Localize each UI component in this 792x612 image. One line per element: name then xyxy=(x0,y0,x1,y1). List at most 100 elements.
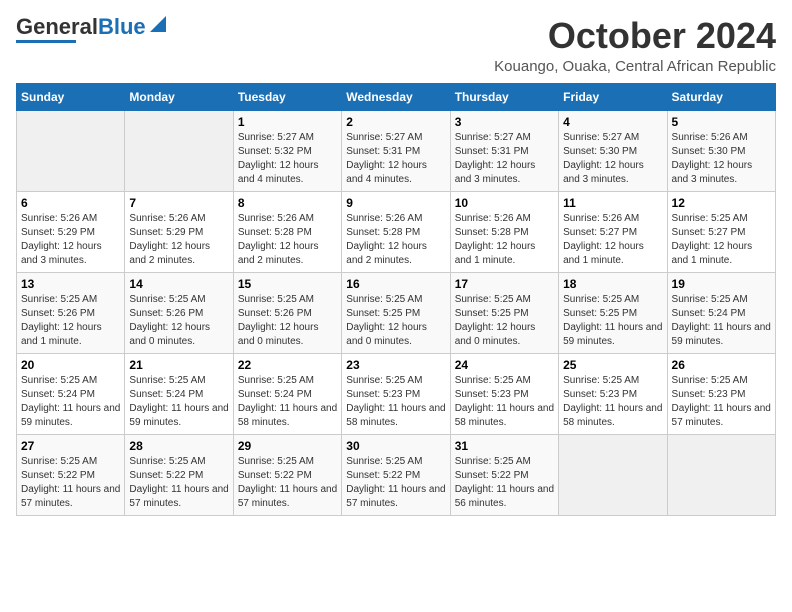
day-info: Sunrise: 5:25 AM Sunset: 5:26 PM Dayligh… xyxy=(21,293,120,349)
calendar-cell: 11Sunrise: 5:26 AM Sunset: 5:27 PM Dayli… xyxy=(559,191,667,272)
day-info: Sunrise: 5:25 AM Sunset: 5:26 PM Dayligh… xyxy=(129,293,228,349)
day-number: 12 xyxy=(672,196,771,210)
day-header-saturday: Saturday xyxy=(667,83,775,110)
day-number: 10 xyxy=(455,196,554,210)
day-number: 7 xyxy=(129,196,228,210)
day-info: Sunrise: 5:25 AM Sunset: 5:23 PM Dayligh… xyxy=(563,374,662,430)
calendar-cell: 23 Sunrise: 5:25 AM Sunset: 5:23 PM Dayli… xyxy=(342,353,450,434)
calendar-cell: 17Sunrise: 5:25 AM Sunset: 5:25 PM Dayli… xyxy=(450,272,558,353)
day-number: 29 xyxy=(238,439,337,453)
calendar-cell: 31 Sunrise: 5:25 AM Sunset: 5:22 PM Dayli… xyxy=(450,434,558,515)
calendar-cell xyxy=(17,110,125,191)
calendar-cell: 18 Sunrise: 5:25 AM Sunset: 5:25 PM Dayli… xyxy=(559,272,667,353)
day-info: Sunrise: 5:25 AM Sunset: 5:22 PM Dayligh… xyxy=(346,455,445,511)
calendar-cell xyxy=(559,434,667,515)
day-info: Sunrise: 5:26 AM Sunset: 5:29 PM Dayligh… xyxy=(21,212,120,268)
day-info: Sunrise: 5:25 AM Sunset: 5:26 PM Dayligh… xyxy=(238,293,337,349)
logo-underline xyxy=(16,40,76,43)
logo-text: GeneralBlue xyxy=(16,16,146,38)
day-info: Sunrise: 5:25 AM Sunset: 5:23 PM Dayligh… xyxy=(346,374,445,430)
title-block: October 2024 Kouango, Ouaka, Central Afr… xyxy=(494,16,776,75)
calendar-cell: 14 Sunrise: 5:25 AM Sunset: 5:26 PM Dayli… xyxy=(125,272,233,353)
day-info: Sunrise: 5:26 AM Sunset: 5:28 PM Dayligh… xyxy=(238,212,337,268)
day-header-sunday: Sunday xyxy=(17,83,125,110)
day-header-wednesday: Wednesday xyxy=(342,83,450,110)
day-header-thursday: Thursday xyxy=(450,83,558,110)
day-info: Sunrise: 5:25 AM Sunset: 5:25 PM Dayligh… xyxy=(346,293,445,349)
day-number: 4 xyxy=(563,115,662,129)
day-info: Sunrise: 5:26 AM Sunset: 5:27 PM Dayligh… xyxy=(563,212,662,268)
calendar-cell: 9Sunrise: 5:26 AM Sunset: 5:28 PM Daylig… xyxy=(342,191,450,272)
day-number: 5 xyxy=(672,115,771,129)
calendar-cell: 19 Sunrise: 5:25 AM Sunset: 5:24 PM Dayli… xyxy=(667,272,775,353)
calendar-cell: 8Sunrise: 5:26 AM Sunset: 5:28 PM Daylig… xyxy=(233,191,341,272)
day-number: 19 xyxy=(672,277,771,291)
day-info: Sunrise: 5:27 AM Sunset: 5:31 PM Dayligh… xyxy=(455,131,554,187)
calendar-table: SundayMondayTuesdayWednesdayThursdayFrid… xyxy=(16,83,776,516)
day-info: Sunrise: 5:25 AM Sunset: 5:22 PM Dayligh… xyxy=(129,455,228,511)
calendar-cell: 15 Sunrise: 5:25 AM Sunset: 5:26 PM Dayli… xyxy=(233,272,341,353)
month-title: October 2024 xyxy=(494,16,776,56)
day-number: 18 xyxy=(563,277,662,291)
calendar-week-1: 1 Sunrise: 5:27 AM Sunset: 5:32 PM Daylig… xyxy=(17,110,776,191)
day-header-monday: Monday xyxy=(125,83,233,110)
calendar-cell: 3Sunrise: 5:27 AM Sunset: 5:31 PM Daylig… xyxy=(450,110,558,191)
calendar-cell: 25 Sunrise: 5:25 AM Sunset: 5:23 PM Dayli… xyxy=(559,353,667,434)
calendar-cell: 28 Sunrise: 5:25 AM Sunset: 5:22 PM Dayli… xyxy=(125,434,233,515)
day-number: 14 xyxy=(129,277,228,291)
day-number: 26 xyxy=(672,358,771,372)
day-number: 9 xyxy=(346,196,445,210)
calendar-week-4: 20Sunrise: 5:25 AM Sunset: 5:24 PM Dayli… xyxy=(17,353,776,434)
calendar-cell: 29 Sunrise: 5:25 AM Sunset: 5:22 PM Dayli… xyxy=(233,434,341,515)
calendar-cell: 24Sunrise: 5:25 AM Sunset: 5:23 PM Dayli… xyxy=(450,353,558,434)
calendar-cell xyxy=(667,434,775,515)
day-number: 28 xyxy=(129,439,228,453)
day-info: Sunrise: 5:27 AM Sunset: 5:31 PM Dayligh… xyxy=(346,131,445,187)
day-info: Sunrise: 5:26 AM Sunset: 5:29 PM Dayligh… xyxy=(129,212,228,268)
calendar-cell: 5 Sunrise: 5:26 AM Sunset: 5:30 PM Daylig… xyxy=(667,110,775,191)
day-number: 27 xyxy=(21,439,120,453)
day-info: Sunrise: 5:25 AM Sunset: 5:25 PM Dayligh… xyxy=(563,293,662,349)
day-number: 16 xyxy=(346,277,445,291)
calendar-cell: 13 Sunrise: 5:25 AM Sunset: 5:26 PM Dayli… xyxy=(17,272,125,353)
day-info: Sunrise: 5:25 AM Sunset: 5:24 PM Dayligh… xyxy=(672,293,771,349)
day-info: Sunrise: 5:25 AM Sunset: 5:24 PM Dayligh… xyxy=(21,374,120,430)
calendar-cell: 12 Sunrise: 5:25 AM Sunset: 5:27 PM Dayli… xyxy=(667,191,775,272)
day-number: 13 xyxy=(21,277,120,291)
day-info: Sunrise: 5:27 AM Sunset: 5:30 PM Dayligh… xyxy=(563,131,662,187)
day-info: Sunrise: 5:25 AM Sunset: 5:22 PM Dayligh… xyxy=(21,455,120,511)
day-info: Sunrise: 5:27 AM Sunset: 5:32 PM Dayligh… xyxy=(238,131,337,187)
day-number: 17 xyxy=(455,277,554,291)
day-number: 1 xyxy=(238,115,337,129)
day-info: Sunrise: 5:25 AM Sunset: 5:23 PM Dayligh… xyxy=(455,374,554,430)
calendar-cell: 7 Sunrise: 5:26 AM Sunset: 5:29 PM Daylig… xyxy=(125,191,233,272)
calendar-cell: 6Sunrise: 5:26 AM Sunset: 5:29 PM Daylig… xyxy=(17,191,125,272)
location-text: Kouango, Ouaka, Central African Republic xyxy=(494,58,776,75)
calendar-week-3: 13 Sunrise: 5:25 AM Sunset: 5:26 PM Dayli… xyxy=(17,272,776,353)
calendar-week-2: 6Sunrise: 5:26 AM Sunset: 5:29 PM Daylig… xyxy=(17,191,776,272)
calendar-cell: 22Sunrise: 5:25 AM Sunset: 5:24 PM Dayli… xyxy=(233,353,341,434)
calendar-cell: 1 Sunrise: 5:27 AM Sunset: 5:32 PM Daylig… xyxy=(233,110,341,191)
calendar-cell xyxy=(125,110,233,191)
day-number: 15 xyxy=(238,277,337,291)
calendar-body: 1 Sunrise: 5:27 AM Sunset: 5:32 PM Daylig… xyxy=(17,110,776,515)
day-number: 2 xyxy=(346,115,445,129)
page-header: GeneralBlue October 2024 Kouango, Ouaka,… xyxy=(16,16,776,75)
logo: GeneralBlue xyxy=(16,16,166,43)
calendar-cell: 21Sunrise: 5:25 AM Sunset: 5:24 PM Dayli… xyxy=(125,353,233,434)
day-number: 23 xyxy=(346,358,445,372)
day-number: 25 xyxy=(563,358,662,372)
day-info: Sunrise: 5:25 AM Sunset: 5:22 PM Dayligh… xyxy=(455,455,554,511)
calendar-cell: 4 Sunrise: 5:27 AM Sunset: 5:30 PM Daylig… xyxy=(559,110,667,191)
day-info: Sunrise: 5:25 AM Sunset: 5:23 PM Dayligh… xyxy=(672,374,771,430)
day-header-friday: Friday xyxy=(559,83,667,110)
calendar-cell: 10 Sunrise: 5:26 AM Sunset: 5:28 PM Dayli… xyxy=(450,191,558,272)
day-info: Sunrise: 5:26 AM Sunset: 5:28 PM Dayligh… xyxy=(455,212,554,268)
day-number: 31 xyxy=(455,439,554,453)
day-number: 21 xyxy=(129,358,228,372)
day-number: 22 xyxy=(238,358,337,372)
day-header-tuesday: Tuesday xyxy=(233,83,341,110)
day-info: Sunrise: 5:26 AM Sunset: 5:30 PM Dayligh… xyxy=(672,131,771,187)
day-info: Sunrise: 5:25 AM Sunset: 5:27 PM Dayligh… xyxy=(672,212,771,268)
day-info: Sunrise: 5:25 AM Sunset: 5:22 PM Dayligh… xyxy=(238,455,337,511)
